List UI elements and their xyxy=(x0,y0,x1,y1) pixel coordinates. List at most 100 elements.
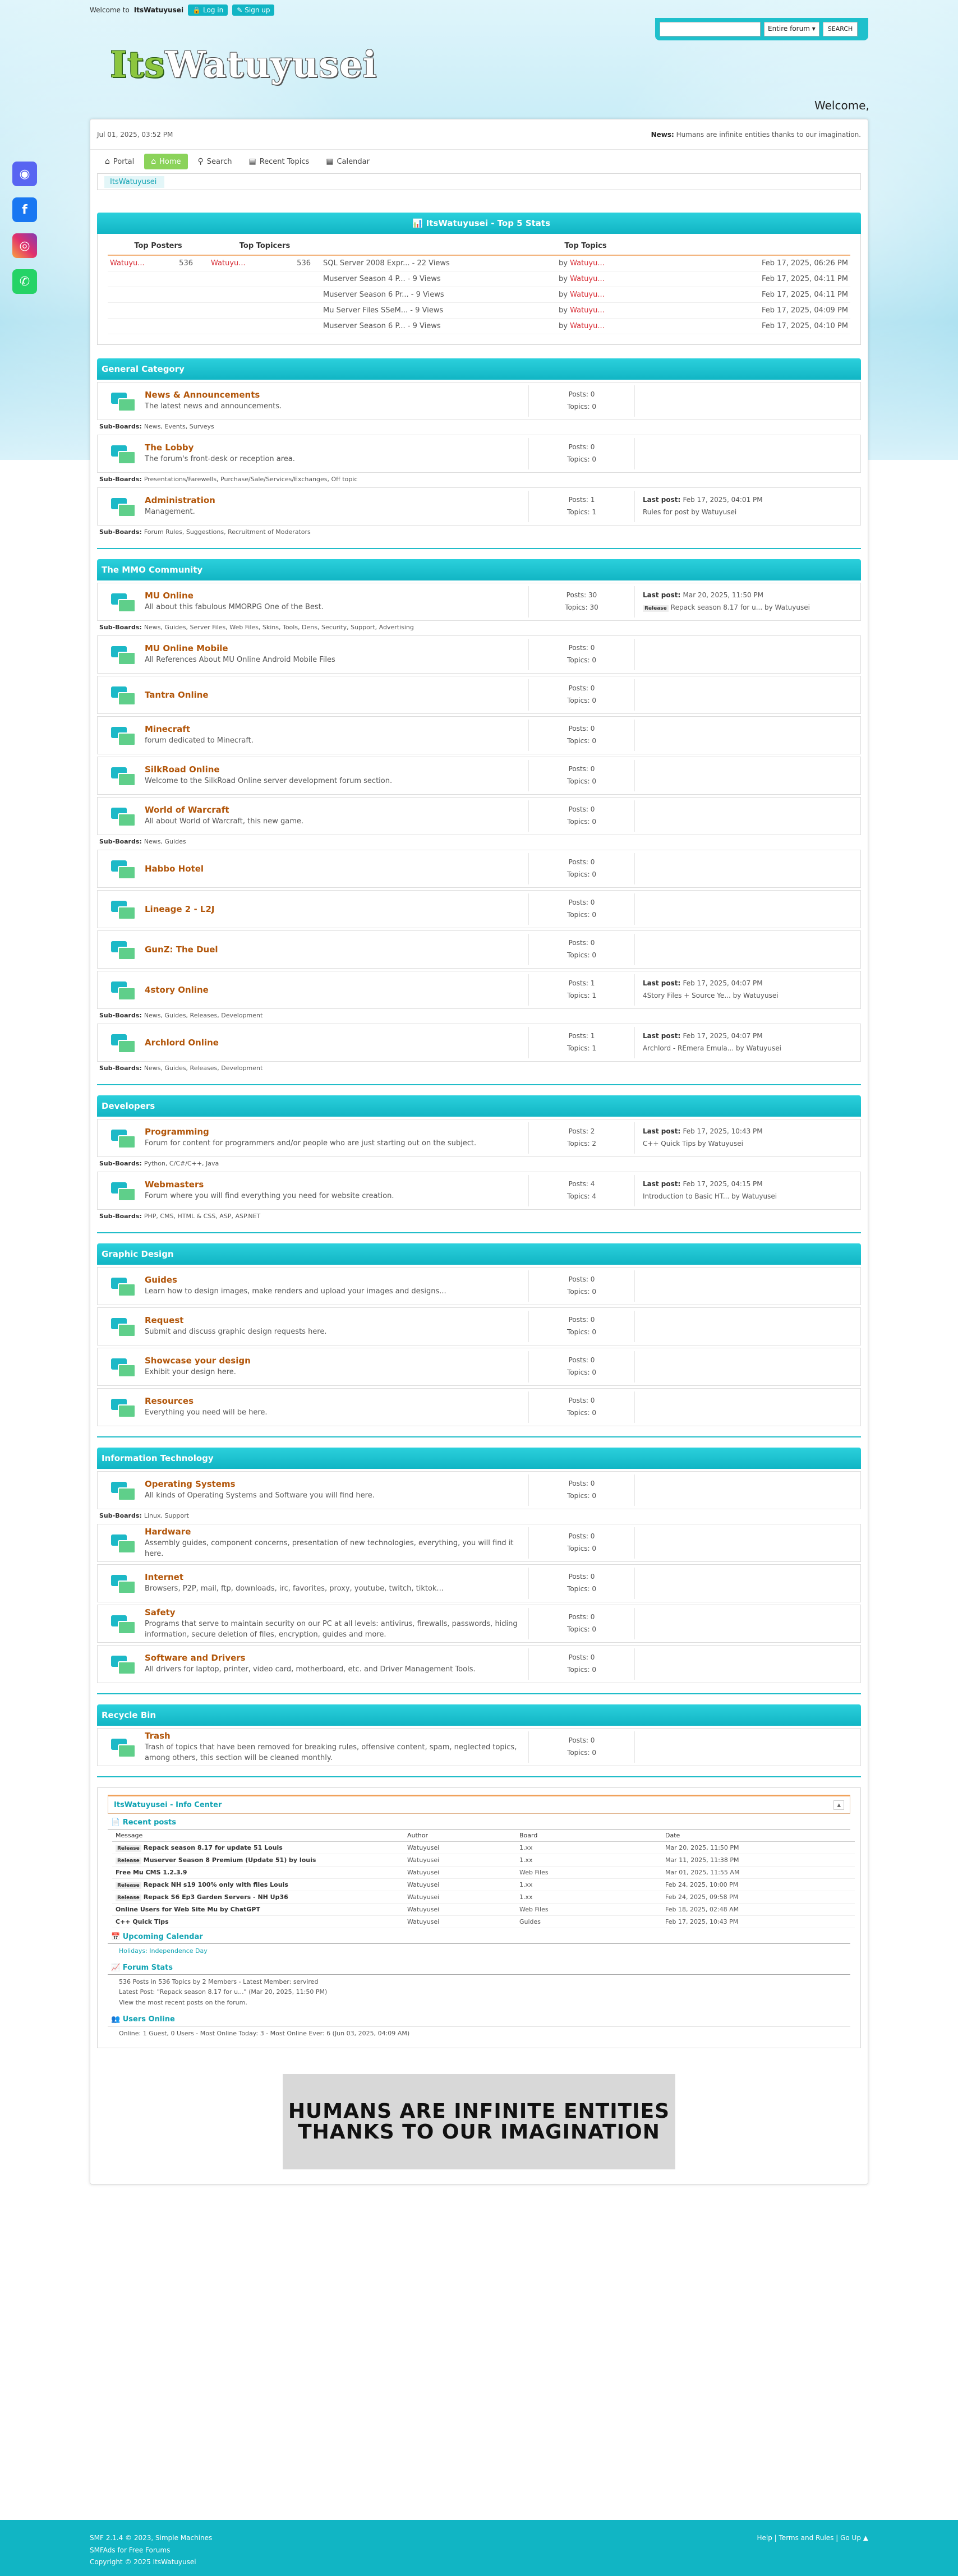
recent-post-board[interactable]: Guides xyxy=(516,1915,662,1928)
board-icon[interactable] xyxy=(111,1575,136,1594)
board-icon[interactable] xyxy=(111,1318,136,1337)
board-title[interactable]: Internet xyxy=(145,1572,528,1582)
recent-post-author[interactable]: Watuyusei xyxy=(404,1903,516,1916)
board-icon[interactable] xyxy=(111,1278,136,1297)
board-title[interactable]: Tantra Online xyxy=(145,690,528,700)
board-title[interactable]: Showcase your design xyxy=(145,1356,528,1366)
category-header[interactable]: The MMO Community xyxy=(97,559,861,580)
board-title[interactable]: Hardware xyxy=(145,1527,528,1537)
board-icon[interactable] xyxy=(111,1358,136,1377)
board-title[interactable]: Safety xyxy=(145,1607,528,1618)
menu-item-home[interactable]: ⌂ Home xyxy=(144,154,188,169)
menu-item-portal[interactable]: ⌂ Portal xyxy=(98,154,141,169)
recent-post-board[interactable]: 1.xx xyxy=(516,1841,662,1854)
board-title[interactable]: Software and Drivers xyxy=(145,1653,528,1663)
sub-board-links[interactable]: News, Guides, Server Files, Web Files, S… xyxy=(144,624,414,631)
last-post-link[interactable]: Archlord - REmera Emula... by Watuyusei xyxy=(643,1043,854,1055)
board-icon[interactable] xyxy=(111,686,136,706)
last-post-link[interactable]: Introduction to Basic HT... by Watuyusei xyxy=(643,1191,854,1203)
board-title[interactable]: Archlord Online xyxy=(145,1038,528,1048)
sub-board-links[interactable]: PHP, CMS, HTML & CSS, ASP, ASP.NET xyxy=(144,1213,260,1220)
last-post-link[interactable]: Rules for post by Watuyusei xyxy=(643,506,854,519)
last-post-link[interactable]: Release Repack season 8.17 for u... by Wa… xyxy=(643,602,854,614)
category-header[interactable]: Graphic Design xyxy=(97,1243,861,1265)
recent-post-board[interactable]: 1.xx xyxy=(516,1878,662,1891)
recent-post-author[interactable]: Watuyusei xyxy=(404,1891,516,1904)
footer-ads[interactable]: SMFAds for Free Forums xyxy=(90,2545,868,2557)
menu-item-search[interactable]: ⚲ Search xyxy=(191,154,239,169)
board-icon[interactable] xyxy=(111,445,136,464)
search-button[interactable]: SEARCH xyxy=(822,22,858,36)
recent-post-subject[interactable]: Release Repack NH s19 100% only with file… xyxy=(112,1878,404,1891)
board-title[interactable]: GunZ: The Duel xyxy=(145,944,528,955)
board-title[interactable]: Habbo Hotel xyxy=(145,864,528,874)
board-icon[interactable] xyxy=(111,593,136,612)
sub-board-links[interactable]: News, Guides, Releases, Development xyxy=(144,1064,263,1072)
board-title[interactable]: Minecraft xyxy=(145,724,528,734)
board-title[interactable]: SilkRoad Online xyxy=(145,764,528,775)
board-title[interactable]: Webmasters xyxy=(145,1179,528,1190)
menu-item-calendar[interactable]: ▦ Calendar xyxy=(319,154,376,169)
board-icon[interactable] xyxy=(111,1739,136,1758)
site-logo[interactable]: ItsWatuyusei xyxy=(110,44,377,86)
board-icon[interactable] xyxy=(111,646,136,665)
recent-post-subject[interactable]: Release Repack season 8.17 for update 51 … xyxy=(112,1841,404,1854)
last-post-link[interactable]: C++ Quick Tips by Watuyusei xyxy=(643,1138,854,1150)
signup-button[interactable]: ✎ Sign up xyxy=(232,4,275,16)
footer-smf[interactable]: SMF 2.1.4 © 2023, Simple Machines xyxy=(90,2532,868,2545)
recent-post-author[interactable]: Watuyusei xyxy=(404,1854,516,1867)
board-icon[interactable] xyxy=(111,767,136,786)
recent-post-author[interactable]: Watuyusei xyxy=(404,1915,516,1928)
last-post-link[interactable]: 4Story Files + Source Ye... by Watuyusei xyxy=(643,990,854,1002)
recent-post-board[interactable]: 1.xx xyxy=(516,1854,662,1867)
category-header[interactable]: General Category xyxy=(97,358,861,380)
collapse-icon[interactable]: ▴ xyxy=(833,1800,844,1810)
category-header[interactable]: Information Technology xyxy=(97,1448,861,1469)
recent-post-board[interactable]: Web Files xyxy=(516,1903,662,1916)
board-icon[interactable] xyxy=(111,1182,136,1201)
board-icon[interactable] xyxy=(111,1130,136,1149)
footer-links[interactable]: Help | Terms and Rules | Go Up ▲ xyxy=(757,2532,868,2545)
board-title[interactable]: MU Online Mobile xyxy=(145,643,528,653)
sub-board-links[interactable]: News, Events, Surveys xyxy=(144,423,214,430)
top-topic-link[interactable]: Muserver Season 4 P... - 9 Views xyxy=(323,275,559,283)
board-icon[interactable] xyxy=(111,1534,136,1554)
menu-item-recent-topics[interactable]: ▤ Recent Topics xyxy=(242,154,316,169)
recent-post-author[interactable]: Watuyusei xyxy=(404,1866,516,1879)
board-title[interactable]: Request xyxy=(145,1315,528,1325)
board-title[interactable]: World of Warcraft xyxy=(145,805,528,815)
board-icon[interactable] xyxy=(111,1615,136,1634)
search-input[interactable] xyxy=(660,22,761,36)
topic-author[interactable]: Watuyu... xyxy=(570,291,605,299)
board-title[interactable]: Guides xyxy=(145,1275,528,1285)
top-topic-link[interactable]: Muserver Season 6 P... - 9 Views xyxy=(323,322,559,330)
board-icon[interactable] xyxy=(111,901,136,920)
recent-posts-link[interactable]: View the most recent posts on the forum. xyxy=(119,1998,839,2008)
search-scope-select[interactable]: Entire forum ▾ xyxy=(764,22,819,36)
calendar-item[interactable]: Holidays: Independence Day xyxy=(108,1944,850,1959)
board-icon[interactable] xyxy=(111,1399,136,1418)
board-title[interactable]: MU Online xyxy=(145,591,528,601)
board-icon[interactable] xyxy=(111,1656,136,1675)
recent-post-author[interactable]: Watuyusei xyxy=(404,1841,516,1854)
sub-board-links[interactable]: News, Guides xyxy=(144,838,186,845)
sub-board-links[interactable]: Forum Rules, Suggestions, Recruitment of… xyxy=(144,528,311,536)
board-title[interactable]: News & Announcements xyxy=(145,390,528,400)
board-title[interactable]: 4story Online xyxy=(145,985,528,995)
recent-post-author[interactable]: Watuyusei xyxy=(404,1878,516,1891)
board-title[interactable]: The Lobby xyxy=(145,443,528,453)
board-icon[interactable] xyxy=(111,981,136,1001)
board-icon[interactable] xyxy=(111,941,136,960)
topic-author[interactable]: Watuyu... xyxy=(570,275,605,283)
recent-post-board[interactable]: Web Files xyxy=(516,1866,662,1879)
board-title[interactable]: Administration xyxy=(145,495,528,505)
board-title[interactable]: Trash xyxy=(145,1731,528,1741)
discord-icon[interactable]: ◉ xyxy=(12,162,37,186)
instagram-icon[interactable]: ◎ xyxy=(12,233,37,258)
top-topic-link[interactable]: Mu Server Files SSeM... - 9 Views xyxy=(323,306,559,315)
top-topic-link[interactable]: SQL Server 2008 Expr... - 22 Views xyxy=(323,259,559,268)
recent-post-board[interactable]: 1.xx xyxy=(516,1891,662,1904)
latest-post-line[interactable]: Latest Post: "Repack season 8.17 for u..… xyxy=(119,1987,839,1998)
board-icon[interactable] xyxy=(111,1034,136,1053)
category-header[interactable]: Recycle Bin xyxy=(97,1704,861,1726)
